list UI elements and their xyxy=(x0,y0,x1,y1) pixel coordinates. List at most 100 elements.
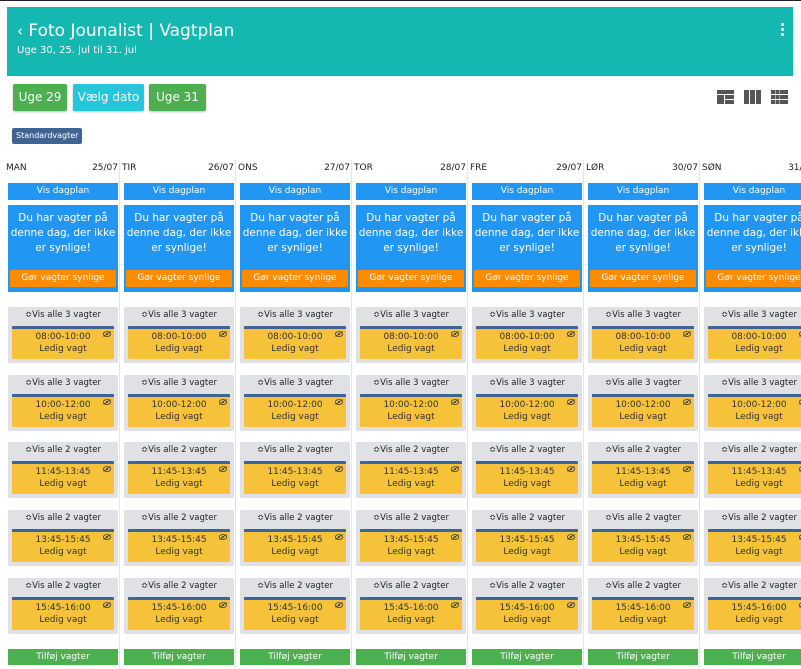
shift-card[interactable]: 13:45-15:45 Ledig vagt xyxy=(244,529,346,562)
shift-card[interactable]: 10:00-12:00 Ledig vagt xyxy=(360,394,462,427)
show-all-shifts-toggle[interactable]: ≎Vis alle 2 vagter xyxy=(356,578,466,595)
show-all-shifts-toggle[interactable]: ≎Vis alle 3 vagter xyxy=(124,307,234,324)
show-all-shifts-toggle[interactable]: ≎Vis alle 3 vagter xyxy=(472,307,582,324)
eye-hidden-icon[interactable] xyxy=(335,534,343,540)
show-all-shifts-toggle[interactable]: ≎Vis alle 2 vagter xyxy=(124,442,234,459)
eye-hidden-icon[interactable] xyxy=(103,534,111,540)
show-all-shifts-toggle[interactable]: ≎Vis alle 3 vagter xyxy=(704,375,801,392)
show-all-shifts-toggle[interactable]: ≎Vis alle 2 vagter xyxy=(356,510,466,527)
add-shifts-button[interactable]: Tilføj vagter xyxy=(472,649,582,665)
shift-card[interactable]: 13:45-15:45 Ledig vagt xyxy=(708,529,801,562)
show-all-shifts-toggle[interactable]: ≎Vis alle 3 vagter xyxy=(356,375,466,392)
eye-hidden-icon[interactable] xyxy=(683,534,691,540)
shift-card[interactable]: 11:45-13:45 Ledig vagt xyxy=(12,461,114,494)
eye-hidden-icon[interactable] xyxy=(219,331,227,337)
make-shifts-visible-button[interactable]: Gør vagter synlige xyxy=(706,270,801,287)
shift-card[interactable]: 10:00-12:00 Ledig vagt xyxy=(244,394,346,427)
eye-hidden-icon[interactable] xyxy=(683,466,691,472)
show-all-shifts-toggle[interactable]: ≎Vis alle 3 vagter xyxy=(124,375,234,392)
shift-card[interactable]: 10:00-12:00 Ledig vagt xyxy=(128,394,230,427)
show-all-shifts-toggle[interactable]: ≎Vis alle 3 vagter xyxy=(588,375,698,392)
shift-card[interactable]: 08:00-10:00 Ledig vagt xyxy=(244,326,346,359)
shift-card[interactable]: 15:45-16:00 Ledig vagt xyxy=(12,597,114,630)
show-all-shifts-toggle[interactable]: ≎Vis alle 2 vagter xyxy=(8,578,118,595)
show-all-shifts-toggle[interactable]: ≎Vis alle 2 vagter xyxy=(124,510,234,527)
show-all-shifts-toggle[interactable]: ≎Vis alle 2 vagter xyxy=(704,442,801,459)
next-week-button[interactable]: Uge 31 xyxy=(149,84,206,111)
shift-card[interactable]: 08:00-10:00 Ledig vagt xyxy=(476,326,578,359)
shift-card[interactable]: 13:45-15:45 Ledig vagt xyxy=(360,529,462,562)
show-all-shifts-toggle[interactable]: ≎Vis alle 3 vagter xyxy=(588,307,698,324)
shift-card[interactable]: 10:00-12:00 Ledig vagt xyxy=(708,394,801,427)
shift-card[interactable]: 08:00-10:00 Ledig vagt xyxy=(128,326,230,359)
eye-hidden-icon[interactable] xyxy=(219,534,227,540)
eye-hidden-icon[interactable] xyxy=(103,466,111,472)
show-all-shifts-toggle[interactable]: ≎Vis alle 2 vagter xyxy=(356,442,466,459)
pick-date-button[interactable]: Vælg dato xyxy=(73,84,144,111)
eye-hidden-icon[interactable] xyxy=(335,399,343,405)
shift-card[interactable]: 13:45-15:45 Ledig vagt xyxy=(592,529,694,562)
eye-hidden-icon[interactable] xyxy=(103,602,111,608)
eye-hidden-icon[interactable] xyxy=(103,331,111,337)
eye-hidden-icon[interactable] xyxy=(219,466,227,472)
make-shifts-visible-button[interactable]: Gør vagter synlige xyxy=(242,270,348,287)
add-shifts-button[interactable]: Tilføj vagter xyxy=(704,649,801,665)
show-dayplan-button[interactable]: Vis dagplan xyxy=(588,183,698,200)
shift-card[interactable]: 15:45-16:00 Ledig vagt xyxy=(128,597,230,630)
shift-card[interactable]: 13:45-15:45 Ledig vagt xyxy=(476,529,578,562)
show-all-shifts-toggle[interactable]: ≎Vis alle 3 vagter xyxy=(356,307,466,324)
eye-hidden-icon[interactable] xyxy=(567,466,575,472)
eye-hidden-icon[interactable] xyxy=(451,534,459,540)
add-shifts-button[interactable]: Tilføj vagter xyxy=(124,649,234,665)
eye-hidden-icon[interactable] xyxy=(567,534,575,540)
grid-view-icon[interactable] xyxy=(771,90,788,104)
show-all-shifts-toggle[interactable]: ≎Vis alle 3 vagter xyxy=(472,375,582,392)
show-dayplan-button[interactable]: Vis dagplan xyxy=(8,183,118,200)
add-shifts-button[interactable]: Tilføj vagter xyxy=(240,649,350,665)
eye-hidden-icon[interactable] xyxy=(451,602,459,608)
shift-card[interactable]: 10:00-12:00 Ledig vagt xyxy=(12,394,114,427)
shift-card[interactable]: 11:45-13:45 Ledig vagt xyxy=(592,461,694,494)
show-all-shifts-toggle[interactable]: ≎Vis alle 3 vagter xyxy=(8,307,118,324)
chevron-left-icon[interactable]: ‹ xyxy=(17,22,23,40)
show-dayplan-button[interactable]: Vis dagplan xyxy=(356,183,466,200)
add-shifts-button[interactable]: Tilføj vagter xyxy=(8,649,118,665)
page-title[interactable]: ‹ Foto Jounalist | Vagtplan xyxy=(17,21,234,41)
show-all-shifts-toggle[interactable]: ≎Vis alle 2 vagter xyxy=(8,510,118,527)
make-shifts-visible-button[interactable]: Gør vagter synlige xyxy=(126,270,232,287)
shift-card[interactable]: 08:00-10:00 Ledig vagt xyxy=(592,326,694,359)
eye-hidden-icon[interactable] xyxy=(683,602,691,608)
show-dayplan-button[interactable]: Vis dagplan xyxy=(124,183,234,200)
add-shifts-button[interactable]: Tilføj vagter xyxy=(356,649,466,665)
show-all-shifts-toggle[interactable]: ≎Vis alle 2 vagter xyxy=(588,510,698,527)
shift-card[interactable]: 10:00-12:00 Ledig vagt xyxy=(592,394,694,427)
shift-card[interactable]: 15:45-16:00 Ledig vagt xyxy=(360,597,462,630)
eye-hidden-icon[interactable] xyxy=(335,331,343,337)
shift-type-filter-tag[interactable]: Standardvagter xyxy=(12,128,83,144)
shift-card[interactable]: 11:45-13:45 Ledig vagt xyxy=(244,461,346,494)
show-all-shifts-toggle[interactable]: ≎Vis alle 3 vagter xyxy=(240,375,350,392)
eye-hidden-icon[interactable] xyxy=(567,399,575,405)
show-all-shifts-toggle[interactable]: ≎Vis alle 2 vagter xyxy=(8,442,118,459)
shift-card[interactable]: 11:45-13:45 Ledig vagt xyxy=(360,461,462,494)
shift-card[interactable]: 11:45-13:45 Ledig vagt xyxy=(128,461,230,494)
eye-hidden-icon[interactable] xyxy=(219,602,227,608)
eye-hidden-icon[interactable] xyxy=(103,399,111,405)
eye-hidden-icon[interactable] xyxy=(451,331,459,337)
list-view-icon[interactable] xyxy=(717,90,734,104)
show-all-shifts-toggle[interactable]: ≎Vis alle 2 vagter xyxy=(472,578,582,595)
show-all-shifts-toggle[interactable]: ≎Vis alle 2 vagter xyxy=(472,442,582,459)
shift-card[interactable]: 15:45-16:00 Ledig vagt xyxy=(244,597,346,630)
show-all-shifts-toggle[interactable]: ≎Vis alle 2 vagter xyxy=(472,510,582,527)
make-shifts-visible-button[interactable]: Gør vagter synlige xyxy=(10,270,116,287)
prev-week-button[interactable]: Uge 29 xyxy=(13,84,67,111)
eye-hidden-icon[interactable] xyxy=(219,399,227,405)
show-all-shifts-toggle[interactable]: ≎Vis alle 2 vagter xyxy=(240,578,350,595)
eye-hidden-icon[interactable] xyxy=(683,399,691,405)
eye-hidden-icon[interactable] xyxy=(335,466,343,472)
shift-card[interactable]: 13:45-15:45 Ledig vagt xyxy=(128,529,230,562)
show-all-shifts-toggle[interactable]: ≎Vis alle 2 vagter xyxy=(588,442,698,459)
shift-card[interactable]: 15:45-16:00 Ledig vagt xyxy=(708,597,801,630)
make-shifts-visible-button[interactable]: Gør vagter synlige xyxy=(358,270,464,287)
shift-card[interactable]: 15:45-16:00 Ledig vagt xyxy=(476,597,578,630)
